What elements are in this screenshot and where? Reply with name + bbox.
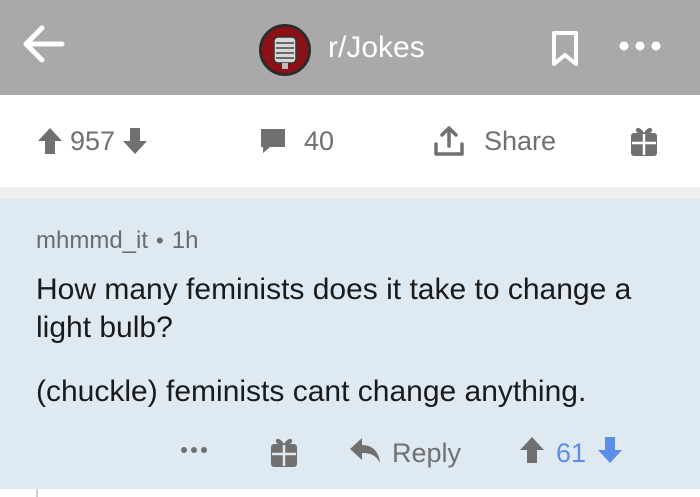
post-score: 957 [70,125,116,156]
comment-gift-icon[interactable] [268,435,300,474]
post-action-bar: 957 40 Share [0,95,700,187]
share-icon [432,124,466,158]
back-arrow-icon[interactable] [20,24,68,64]
share-button[interactable]: Share [432,95,556,187]
comment-upvote-icon[interactable] [518,435,546,472]
reply-label: Reply [392,438,462,468]
bookmark-icon[interactable] [550,30,580,68]
share-label: Share [484,125,557,156]
thread-line [36,489,38,497]
comment-score: 61 [556,438,587,468]
upvote-icon[interactable] [36,126,64,156]
subreddit-name[interactable]: r/Jokes [328,30,425,66]
more-options-icon[interactable] [618,36,662,56]
top-bar: r/Jokes [0,0,700,95]
comment-count: 40 [304,125,335,156]
comment-bubble-icon [258,126,288,156]
comments-button[interactable]: 40 [258,95,340,187]
downvote-icon[interactable] [121,126,149,156]
comment: mhmmd_it • 1h How many feminists does it… [0,199,700,489]
comment-more-icon[interactable] [180,443,208,461]
meta-separator: • [156,228,164,253]
reply-button[interactable]: Reply [348,435,461,472]
comment-actions: Reply 61 [0,431,700,479]
award-button[interactable] [628,95,660,187]
comment-paragraph: (chuckle) feminists cant change anything… [36,375,587,408]
reply-arrow-icon [348,435,382,472]
comment-paragraph: How many feminists does it take to chang… [36,273,632,344]
bottom-strip [0,489,700,497]
comment-author[interactable]: mhmmd_it [36,227,148,255]
comment-downvote-icon[interactable] [596,435,624,472]
comment-meta: mhmmd_it • 1h [36,227,198,255]
comment-age: 1h [171,227,199,254]
comment-body: How many feminists does it take to chang… [36,271,676,437]
post-vote-group: 957 [36,95,149,187]
subreddit-avatar[interactable] [259,24,311,76]
comment-vote-group: 61 [518,435,624,472]
section-divider [0,187,700,199]
gift-icon [628,124,660,158]
